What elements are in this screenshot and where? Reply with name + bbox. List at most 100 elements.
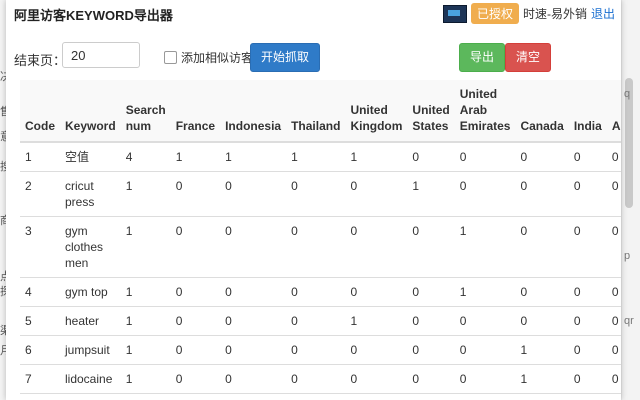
end-page-input[interactable] [62,42,140,68]
user-logo-icon [442,4,467,23]
username: 时速-易外销 [522,7,587,21]
table-cell: 0 [170,171,221,217]
table-cell: 0 [606,142,621,172]
table-cell: 1 [170,142,221,172]
table-cell: 0 [286,277,346,307]
table-cell: 0 [407,306,455,336]
column-header-uae: United Arab Emirates [454,80,516,143]
table-cell: 1 [454,216,516,278]
table-cell: 0 [568,364,607,394]
table-cell: 1 [120,216,171,278]
table-cell: 0 [170,306,221,336]
table-cell: 0 [170,335,221,365]
table-row: 6 jumpsuit 1 0 0 0 0 0 0 1 0 0 [20,335,621,365]
bg-glyph: p [624,250,631,262]
table-cell: 6 [20,335,60,365]
table-cell: 0 [606,306,621,336]
table-cell: 0 [454,335,516,365]
start-crawl-button[interactable]: 开始抓取 [250,43,321,72]
table-cell: 0 [345,171,408,217]
column-header-united-states: United States [407,80,455,143]
export-button[interactable]: 导出 [459,43,506,72]
table-cell: 1 [515,335,569,365]
table-cell: 0 [454,171,516,217]
bg-glyph: q [624,88,631,100]
table-cell: 0 [286,171,346,217]
table-cell: 1 [454,277,516,307]
table-cell: 0 [515,142,569,172]
table-cell: 0 [345,364,408,394]
exporter-panel: 阿里访客KEYWORD导出器 已授权 时速-易外销 退出 结束页： 添加相似访客… [6,0,621,400]
keyword-table: Code Keyword Search num France Indonesia… [20,80,621,394]
header-user-area: 已授权 时速-易外销 退出 [442,3,615,24]
table-cell: cricut press [60,171,121,217]
table-cell: 1 [407,171,455,217]
table-cell: 0 [407,335,455,365]
table-cell: 1 [120,171,171,217]
table-cell: gym clothes men [60,216,121,278]
table-cell: 0 [568,171,607,217]
table-cell: 0 [170,364,221,394]
table-cell: 1 [515,364,569,394]
table-cell: 1 [286,142,346,172]
table-cell: 0 [454,364,516,394]
column-header-france: France [170,80,221,143]
table-cell: 0 [606,216,621,278]
column-header-thailand: Thailand [286,80,346,143]
table-cell: heater [60,306,121,336]
table-cell: 0 [515,306,569,336]
table-cell: 0 [286,335,346,365]
table-cell: 5 [20,306,60,336]
table-cell: 4 [20,277,60,307]
table-cell: 0 [220,335,287,365]
similar-visitors-label: 添加相似访客 [181,51,254,65]
table-cell: 0 [515,216,569,278]
column-header-indonesia: Indonesia [220,80,287,143]
table-cell: 0 [606,364,621,394]
table-cell: 7 [20,364,60,394]
column-header-truncated: A [606,80,621,143]
table-cell: 0 [170,216,221,278]
table-cell: 0 [286,216,346,278]
table-cell: 1 [120,306,171,336]
table-cell: 0 [407,216,455,278]
table-row: 4 gym top 1 0 0 0 0 0 1 0 0 0 [20,277,621,307]
table-body: 1 空值 4 1 1 1 1 0 0 0 0 0 2 cricut press 1 0 0 0 0 1 0 0 0 0 3 gym… [20,142,621,394]
table-cell: 0 [220,306,287,336]
similar-visitors-option[interactable]: 添加相似访客 [164,49,253,66]
logout-link[interactable]: 退出 [591,5,615,22]
column-header-india: India [568,80,607,143]
column-header-united-kingdom: United Kingdom [345,80,408,143]
table-cell: 0 [220,277,287,307]
table-cell: 1 [120,335,171,365]
table-cell: 0 [568,142,607,172]
table-cell: 4 [120,142,171,172]
table-cell: 0 [407,364,455,394]
similar-visitors-checkbox[interactable] [164,51,177,64]
table-header-row: Code Keyword Search num France Indonesia… [20,80,621,143]
table-cell: 0 [407,142,455,172]
table-cell: 0 [407,277,455,307]
table-cell: 3 [20,216,60,278]
table-cell: 1 [220,142,287,172]
table-row: 5 heater 1 0 0 0 1 0 0 0 0 0 [20,306,621,336]
table-cell: 0 [345,216,408,278]
table-row: 7 lidocaine 1 0 0 0 0 0 0 1 0 0 [20,364,621,394]
column-header-canada: Canada [515,80,569,143]
table-cell: 1 [20,142,60,172]
table-cell: 0 [568,306,607,336]
table-cell: 1 [120,277,171,307]
table-cell: 0 [454,142,516,172]
table-cell: 2 [20,171,60,217]
authorized-badge: 已授权 [470,3,519,24]
table-row: 2 cricut press 1 0 0 0 0 1 0 0 0 0 [20,171,621,217]
table-cell: 0 [606,335,621,365]
table-cell: 0 [606,277,621,307]
table-cell: 0 [220,171,287,217]
table-cell: 0 [515,171,569,217]
table-cell: 0 [606,171,621,217]
table-cell: jumpsuit [60,335,121,365]
table-cell: 0 [568,335,607,365]
clear-button[interactable]: 清空 [505,43,552,72]
table-cell: 0 [345,335,408,365]
